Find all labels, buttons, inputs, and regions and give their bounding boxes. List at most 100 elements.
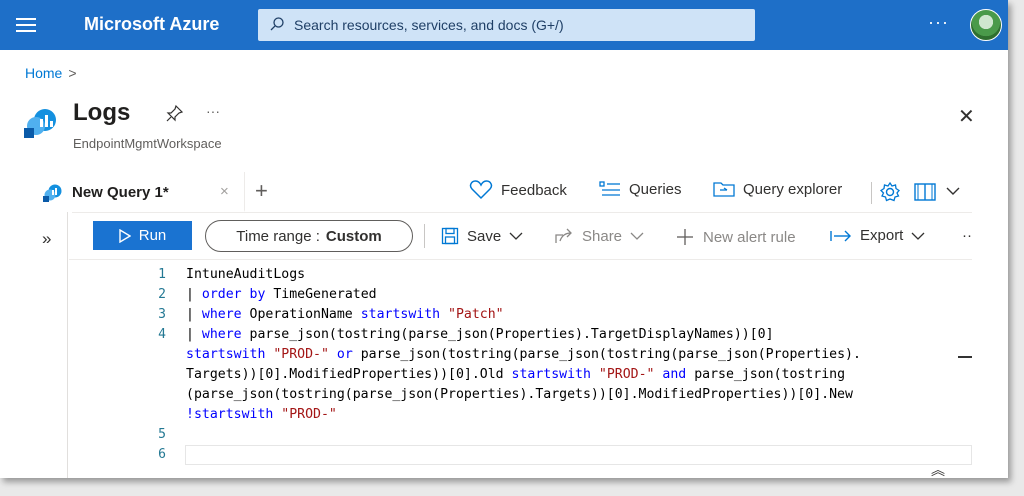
avatar[interactable] <box>970 9 1002 41</box>
logs-icon <box>24 109 56 138</box>
queries-button[interactable]: Queries <box>599 180 682 198</box>
feedback-label: Feedback <box>501 181 567 199</box>
code-token: | <box>186 287 202 302</box>
line-number: 6 <box>158 447 166 462</box>
code-line-4a: | where parse_json(tostring(parse_json(P… <box>186 327 774 342</box>
feedback-button[interactable]: Feedback <box>469 180 567 200</box>
sidebar-divider <box>67 212 68 478</box>
code-string: "PROD-" <box>273 347 329 362</box>
code-keyword: or <box>336 347 353 362</box>
code-token: TimeGenerated <box>265 287 377 302</box>
save-label: Save <box>467 227 502 245</box>
book-icon[interactable] <box>913 181 937 203</box>
collapse-results-icon[interactable]: ︽ <box>931 460 945 478</box>
code-string: "PROD-" <box>598 367 655 382</box>
chevron-right-icon: > <box>68 65 77 81</box>
title-more-icon[interactable]: ··· <box>206 103 220 119</box>
code-token: OperationName <box>241 307 361 322</box>
query-explorer-button[interactable]: Query explorer <box>713 180 842 198</box>
export-button[interactable]: Export <box>830 227 925 244</box>
current-line-highlight[interactable] <box>185 445 972 465</box>
line-number: 4 <box>158 327 166 342</box>
new-alert-rule-label: New alert rule <box>703 228 796 246</box>
breadcrumb-home-link[interactable]: Home <box>25 65 62 81</box>
code-line-4d: (parse_json(tostring(parse_json(Properti… <box>186 387 853 402</box>
code-line-4c: Targets))[0].ModifiedProperties))[0].Old… <box>186 367 845 382</box>
workspace-name: EndpointMgmtWorkspace <box>73 136 222 151</box>
code-line-1: IntuneAuditLogs <box>186 267 305 282</box>
code-keyword: !startswith <box>186 407 274 422</box>
line-number: 2 <box>158 287 166 302</box>
code-string: "PROD-" <box>281 407 337 422</box>
expand-sidebar-icon[interactable]: » <box>42 229 51 249</box>
code-line-4e: !startswith "PROD-" <box>186 407 337 422</box>
plus-icon <box>677 229 693 245</box>
queries-label: Queries <box>629 180 682 198</box>
share-button[interactable]: Share <box>554 227 644 245</box>
code-token: IntuneAuditLogs <box>186 267 306 282</box>
hamburger-menu-icon[interactable] <box>14 15 38 35</box>
code-token: Targets))[0].ModifiedProperties))[0].Old <box>186 367 512 382</box>
pin-icon[interactable] <box>166 104 184 122</box>
chevron-down-icon <box>911 232 925 240</box>
code-keyword: startswith <box>360 307 441 322</box>
tab-new-query-1[interactable]: New Query 1* × <box>29 172 245 212</box>
save-icon <box>441 227 459 245</box>
code-token: | <box>186 307 202 322</box>
code-token: (parse_json(tostring(parse_json(Properti… <box>186 387 853 402</box>
code-token: parse_json(tostring(parse_json(tostring(… <box>352 347 861 362</box>
search-input[interactable] <box>294 9 744 41</box>
more-toolbar-icon[interactable]: ·· <box>962 227 972 244</box>
more-options-icon[interactable]: ··· <box>928 12 949 33</box>
share-icon <box>555 228 572 243</box>
new-alert-rule-button[interactable]: New alert rule <box>675 227 796 247</box>
code-keyword: order by <box>201 287 266 302</box>
code-keyword: where <box>201 307 242 322</box>
brand-title[interactable]: Microsoft Azure <box>84 14 219 35</box>
logs-tab-icon <box>43 184 62 202</box>
code-line-2: | order by TimeGenerated <box>186 287 377 302</box>
query-explorer-label: Query explorer <box>743 180 843 198</box>
divider <box>72 212 972 213</box>
code-keyword: where <box>201 327 242 342</box>
toolbar-divider <box>424 224 425 248</box>
code-line-3: | where OperationName startswith "Patch" <box>186 307 504 322</box>
global-search[interactable] <box>258 9 755 41</box>
settings-gear-icon[interactable] <box>879 181 901 203</box>
chevron-down-icon <box>509 232 523 240</box>
code-line-4b: startswith "PROD-" or parse_json(tostrin… <box>186 347 861 362</box>
tab-label: New Query 1* <box>72 184 169 201</box>
folder-icon <box>713 182 735 197</box>
tab-close-icon[interactable]: × <box>220 183 229 200</box>
queries-icon <box>599 181 620 196</box>
add-tab-button[interactable]: + <box>255 178 268 204</box>
code-token: parse_json(tostring(parse_json(Propertie… <box>241 327 774 342</box>
code-keyword: and <box>662 367 687 382</box>
code-string: "Patch" <box>448 307 504 322</box>
azure-portal-window: Microsoft Azure ··· Home > Logs ··· Endpo… <box>0 0 1008 478</box>
search-icon <box>270 17 284 31</box>
chevron-down-icon[interactable] <box>946 185 960 197</box>
heart-icon <box>469 180 493 200</box>
breadcrumb: Home > <box>25 65 77 81</box>
run-label: Run <box>138 227 167 244</box>
toolbar-divider <box>871 182 872 204</box>
run-button[interactable]: Run <box>93 221 192 250</box>
code-token: | <box>186 327 202 342</box>
top-bar: Microsoft Azure ··· <box>0 0 1008 50</box>
close-icon[interactable]: ✕ <box>958 104 975 129</box>
time-range-value: Custom <box>325 227 382 245</box>
code-keyword: startswith <box>511 367 591 382</box>
chevron-down-icon <box>630 232 644 240</box>
export-label: Export <box>860 227 904 244</box>
save-button[interactable]: Save <box>441 227 523 245</box>
time-range-picker[interactable]: Time range : Custom <box>205 220 413 252</box>
code-token: parse_json(tostring <box>686 367 846 382</box>
line-number: 1 <box>158 267 166 282</box>
export-arrow-icon <box>830 230 851 241</box>
play-icon <box>119 228 131 243</box>
scrollbar-marker <box>958 356 972 358</box>
line-number: 5 <box>158 427 166 442</box>
